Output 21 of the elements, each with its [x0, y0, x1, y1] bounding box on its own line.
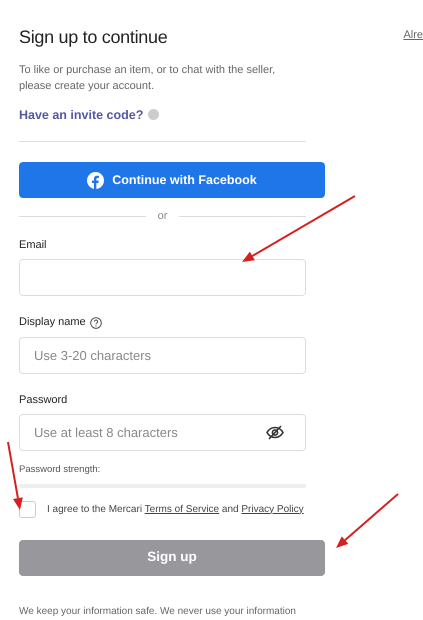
- input-field[interactable]: Use 3-20 characters: [19, 336, 306, 374]
- divider-text: or: [158, 209, 168, 224]
- facebook-icon: [87, 172, 104, 189]
- password-field[interactable]: Use at least 8 characters: [19, 414, 306, 452]
- subtitle: To like or purchase an item, or to chat with the seller, please create your account.: [19, 62, 276, 94]
- field-label: Password: [19, 392, 68, 408]
- facebook-button[interactable]: Continue with Facebook: [19, 162, 325, 198]
- invite-code-link[interactable]: Have an invite code?: [19, 106, 144, 124]
- terms-link[interactable]: Terms of Service: [144, 504, 220, 515]
- hidden-eye-icon[interactable]: [266, 425, 284, 440]
- annotation-arrow: [336, 493, 399, 548]
- sign-in-link[interactable]: Alre: [403, 27, 423, 44]
- agreement-text: I agree to the Mercari Terms of Service and Privacy Policy: [47, 502, 304, 517]
- field-label: Display name: [19, 315, 86, 330]
- strength-label: Password strength:: [19, 463, 102, 478]
- privacy-link[interactable]: Privacy Policy: [241, 504, 304, 515]
- input-field[interactable]: [19, 259, 306, 296]
- footer-text: We keep your information safe. We never use your information: [19, 605, 296, 619]
- help-icon[interactable]: [90, 316, 102, 329]
- field-label: Email: [19, 238, 47, 253]
- page-title: Sign up to continue: [19, 27, 168, 49]
